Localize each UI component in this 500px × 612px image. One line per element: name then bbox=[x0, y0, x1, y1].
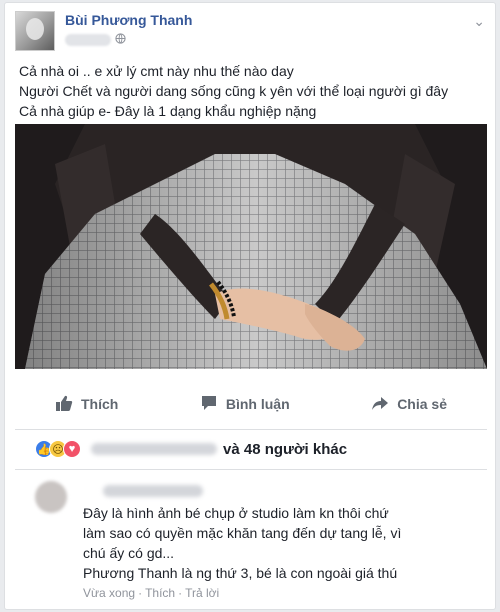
commenter-avatar[interactable] bbox=[35, 481, 67, 513]
comment-body: Đây là hình ảnh bé chụp ở studio làm kn … bbox=[83, 485, 493, 601]
share-button[interactable]: Chia sẻ bbox=[371, 394, 447, 415]
reactions-others[interactable]: và 48 người khác bbox=[223, 441, 347, 458]
comment-label: Bình luận bbox=[225, 396, 290, 412]
post-photo[interactable] bbox=[15, 124, 487, 369]
share-arrow-icon bbox=[371, 394, 389, 415]
comment-item: Đây là hình ảnh bé chụp ở studio làm kn … bbox=[35, 481, 495, 601]
comment-like-link[interactable]: Thích bbox=[145, 586, 175, 600]
comment-text-line: Phương Thanh là ng thứ 3, bé là con ngoà… bbox=[83, 565, 398, 581]
post-actions: Thích Bình luận Chia sẻ bbox=[15, 381, 487, 427]
post-text-line: Cả nhà giúp e- Đây là 1 dạng khẩu nghiệp… bbox=[19, 103, 317, 119]
comment-button[interactable]: Bình luận bbox=[200, 394, 290, 415]
love-reaction-icon: ♥ bbox=[63, 440, 81, 458]
comment-time[interactable]: Vừa xong bbox=[83, 586, 135, 600]
divider bbox=[15, 469, 487, 470]
post-text-line: Người Chết và người dang sống cũng k yên… bbox=[19, 83, 449, 99]
commenter-name-blurred[interactable] bbox=[103, 485, 203, 497]
comment-text-line: Đây là hình ảnh bé chụp ở studio làm kn … bbox=[83, 505, 389, 521]
post-subline bbox=[65, 33, 192, 47]
author-name[interactable]: Bùi Phương Thanh bbox=[65, 11, 192, 29]
comment-text: Đây là hình ảnh bé chụp ở studio làm kn … bbox=[83, 503, 493, 583]
divider bbox=[15, 429, 487, 430]
chevron-down-icon[interactable]: ⌄ bbox=[473, 13, 485, 30]
post-header: Bùi Phương Thanh bbox=[15, 11, 192, 53]
comment-meta: Vừa xong · Thích · Trả lời bbox=[83, 585, 493, 601]
dot-separator: · bbox=[178, 586, 183, 600]
comment-reply-link[interactable]: Trả lời bbox=[185, 586, 219, 600]
author-avatar[interactable] bbox=[15, 11, 55, 51]
comment-text-line: chú ấy có gd... bbox=[83, 545, 175, 561]
reactions-bar[interactable]: 👍 ☹ ♥ và 48 người khác bbox=[35, 437, 347, 461]
reactor-names-blurred[interactable] bbox=[91, 443, 217, 455]
post-timestamp-blurred[interactable] bbox=[65, 34, 111, 46]
dot-separator: · bbox=[138, 586, 143, 600]
post-card: Bùi Phương Thanh ⌄ Cả nhà oi .. e xử lý … bbox=[4, 2, 496, 610]
share-label: Chia sẻ bbox=[397, 396, 447, 412]
header-meta: Bùi Phương Thanh bbox=[65, 11, 192, 53]
like-label: Thích bbox=[81, 396, 119, 412]
thumbs-up-icon bbox=[55, 394, 73, 415]
photo-illustration bbox=[15, 124, 487, 369]
post-text: Cả nhà oi .. e xử lý cmt này nhu thế nào… bbox=[19, 61, 489, 121]
globe-icon bbox=[115, 33, 126, 47]
like-button[interactable]: Thích bbox=[55, 394, 118, 415]
comment-icon bbox=[200, 394, 218, 415]
post-text-line: Cả nhà oi .. e xử lý cmt này nhu thế nào… bbox=[19, 63, 294, 79]
comment-text-line: làm sao có quyền mặc khăn tang đến dự ta… bbox=[83, 525, 402, 541]
reaction-icons: 👍 ☹ ♥ bbox=[35, 440, 81, 458]
